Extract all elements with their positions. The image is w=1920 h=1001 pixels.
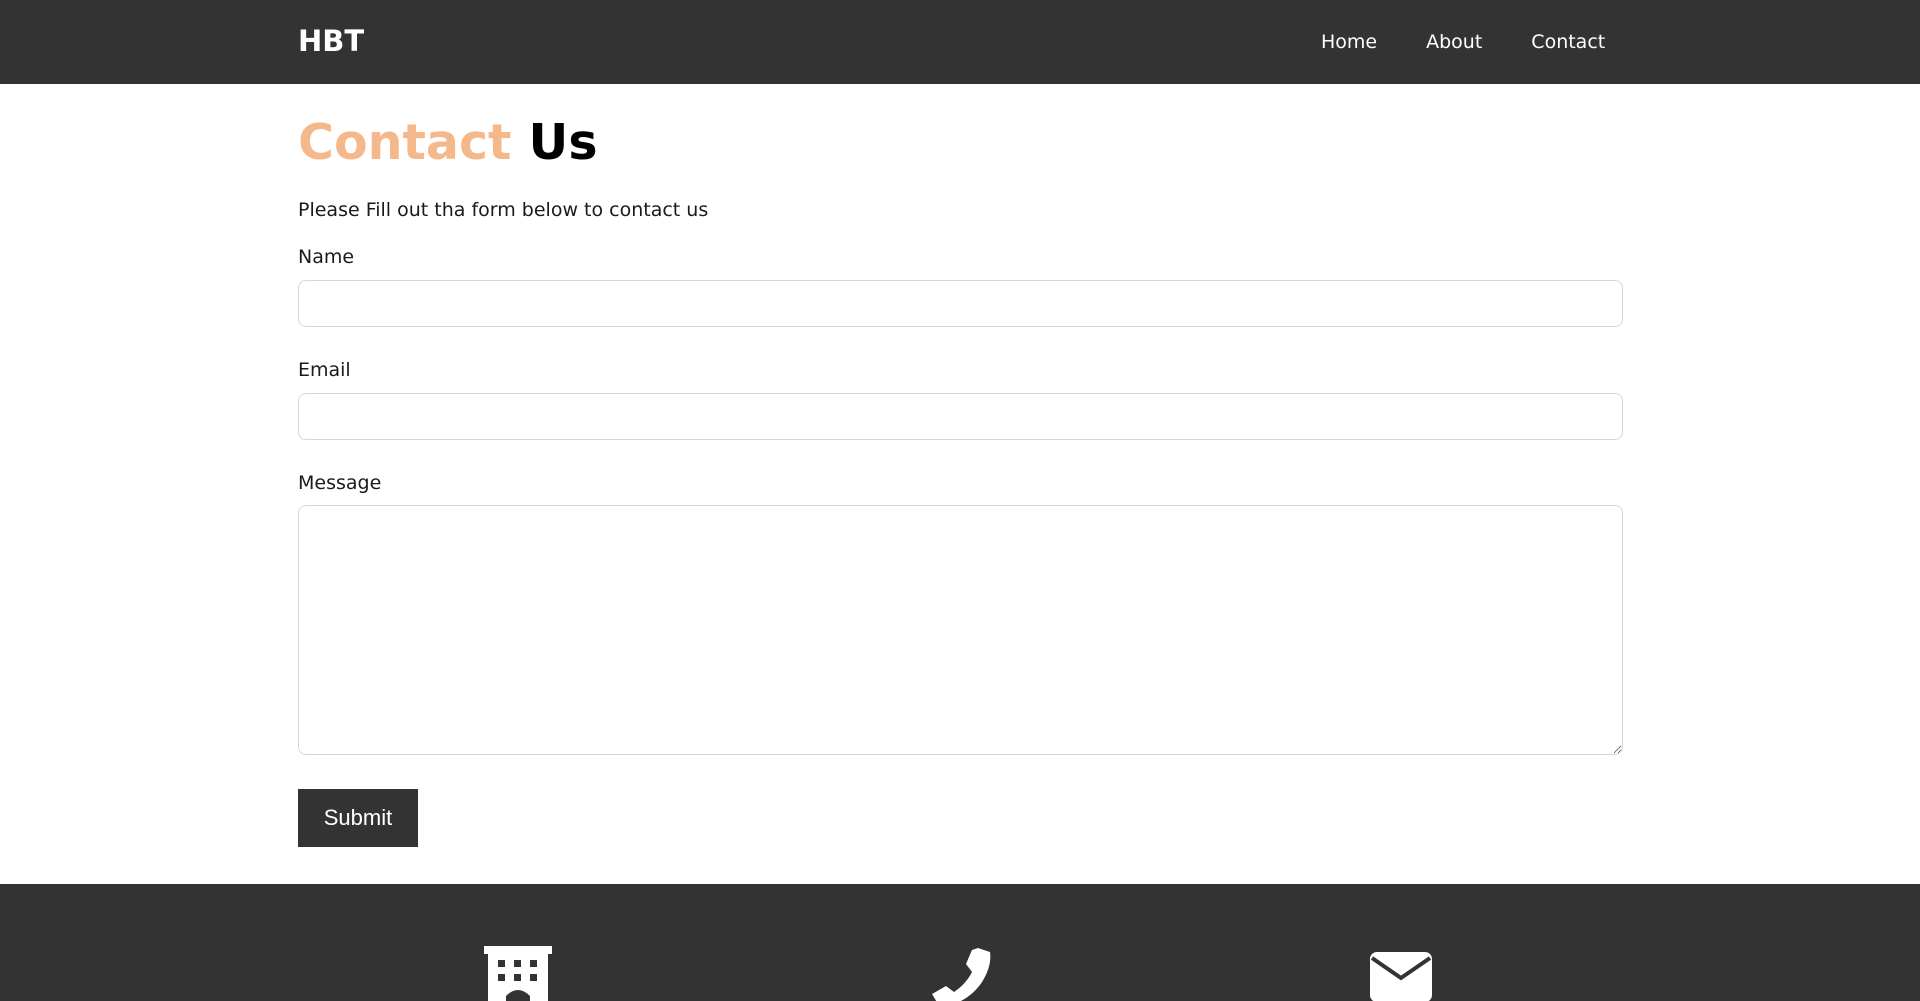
navbar: HBT Home About Contact [0,0,1920,84]
phone-icon [928,946,992,1001]
envelope-icon [1370,946,1432,1001]
building-icon [484,946,552,1001]
name-label: Name [298,246,355,268]
nav-link-about[interactable]: About [1426,31,1482,53]
intro-text: Please Fill out tha form below to contac… [298,199,709,221]
nav-links: Home About Contact [1321,31,1605,53]
page-title: Contact Us [298,114,598,171]
page-title-rest: Us [528,114,598,171]
email-label: Email [298,359,351,381]
nav-link-contact[interactable]: Contact [1531,31,1605,53]
nav-link-home[interactable]: Home [1321,31,1377,53]
message-label: Message [298,472,382,494]
brand-logo[interactable]: HBT [298,24,364,58]
footer [0,884,1920,1001]
email-input[interactable] [298,393,1623,440]
message-textarea[interactable] [298,505,1623,755]
name-input[interactable] [298,280,1623,327]
submit-button[interactable]: Submit [298,789,418,847]
page-title-accent: Contact [298,114,512,171]
